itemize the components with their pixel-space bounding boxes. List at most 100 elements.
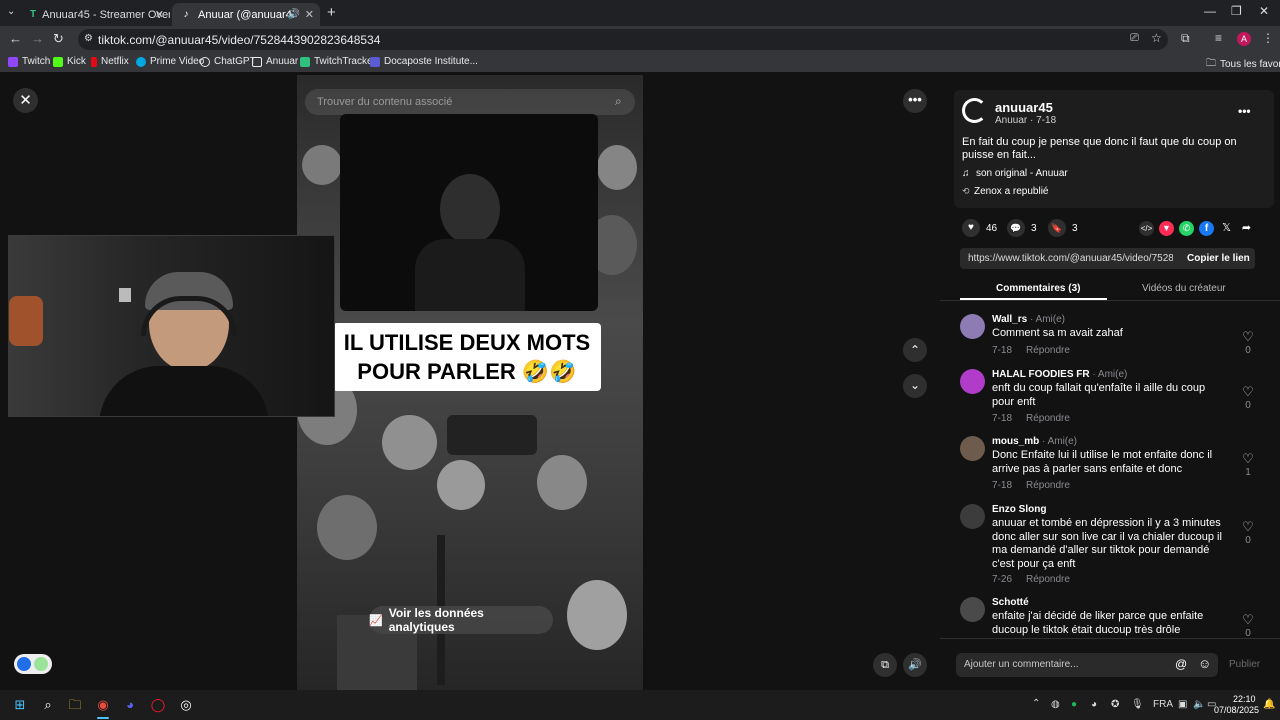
more-options-icon[interactable]: ••• [903,89,927,113]
clock-time[interactable]: 22:10 [1233,694,1256,704]
bookmark-prime-video[interactable]: Prime Video [136,56,204,67]
comment-like-icon[interactable]: ♡ [1241,519,1255,535]
all-bookmarks[interactable]: 🗀Tous les favoris [1206,56,1280,73]
profile-avatar[interactable]: A [1237,32,1251,46]
url-text[interactable]: tiktok.com/@anuuar45/video/7528443902823… [98,33,380,47]
obs-icon[interactable]: ◎ [178,697,194,713]
next-video-button[interactable]: ⌄ [903,374,927,398]
tab-search-chevron-icon[interactable]: ⌄ [7,6,15,17]
reply-button[interactable]: Répondre [1026,574,1070,585]
tray-chevron-icon[interactable]: ⌃ [1032,698,1040,709]
bookmark-twitch[interactable]: Twitch [8,56,50,67]
close-tab-icon[interactable]: ✕ [155,8,164,21]
close-tab-icon[interactable]: ✕ [305,8,314,21]
comment-avatar[interactable] [960,314,985,339]
media-controls-icon[interactable]: ≡ [1215,31,1222,45]
comment-author[interactable]: Enzo Slong [992,504,1046,515]
back-icon[interactable]: ← [9,31,22,46]
bookmark-netflix[interactable]: Netflix [91,56,129,67]
bookmark-chatgpt[interactable]: ChatGPT [200,56,256,67]
microphone-icon[interactable]: 🎙 [1131,699,1144,710]
previous-video-button[interactable]: ⌃ [903,338,927,362]
comment-avatar[interactable] [960,436,985,461]
toggle-switch[interactable] [14,654,52,674]
comment-like-icon[interactable]: ♡ [1241,384,1255,400]
discord-icon[interactable]: ◕ [122,697,138,713]
comment-like-icon[interactable]: ♡ [1241,451,1255,467]
facebook-icon[interactable]: f [1199,221,1214,236]
language-indicator[interactable]: FRA [1153,699,1173,710]
forward-icon[interactable]: → [31,31,44,46]
discord-tray-icon[interactable]: ◕ [1091,699,1097,710]
whatsapp-icon[interactable]: ✆ [1179,221,1194,236]
extensions-icon[interactable]: ⧉ [1181,31,1190,46]
speaker-icon[interactable]: 🔊 [288,9,300,20]
file-explorer-icon[interactable]: 🗀 [67,697,83,713]
save-stat[interactable]: 🔖 3 [1048,219,1078,237]
post-sound[interactable]: son original - Anuuar [976,168,1068,179]
copy-link-button[interactable]: Copier le lien [1187,253,1250,264]
tab-tiktok-video[interactable]: ♪ Anuuar (@anuuar45) | TikTok 🔊 ✕ [172,3,320,26]
publish-button[interactable]: Publier [1229,659,1260,670]
chrome-menu-icon[interactable]: ⋮ [1262,31,1274,45]
maximize-icon[interactable]: ❐ [1231,4,1242,18]
bookmark-star-icon[interactable]: ☆ [1151,31,1162,45]
video-link[interactable]: https://www.tiktok.com/@anuuar45/video/7… [968,253,1173,264]
related-content-search[interactable]: Trouver du contenu associé ⌕ [305,89,635,115]
comment-like-icon[interactable]: ♡ [1241,329,1255,345]
omnibox[interactable]: ⚙ tiktok.com/@anuuar45/video/75284439028… [78,29,1168,50]
comment-avatar[interactable] [960,369,985,394]
reload-icon[interactable]: ↻ [53,31,64,47]
bookmark-docaposte[interactable]: Docaposte Institute... [370,56,478,67]
comment-author[interactable]: mous_mb · Ami(e) [992,436,1077,447]
chrome-icon[interactable]: ◉ [95,697,111,713]
comment-like-icon[interactable]: ♡ [1241,612,1255,628]
share-arrow-icon[interactable]: ➦ [1239,221,1254,236]
site-info-icon[interactable]: ⚙ [84,33,93,44]
bookmark-twitchtracker[interactable]: TwitchTracker [300,56,376,67]
comment-stat[interactable]: 💬 3 [1007,219,1037,237]
embed-icon[interactable]: </> [1139,221,1154,236]
analytics-button[interactable]: 📈 Voir les données analytiques [369,606,553,634]
x-icon[interactable]: 𝕏 [1219,221,1234,236]
comment-avatar[interactable] [960,597,985,622]
volume-icon[interactable]: 🔊 [903,653,927,677]
spotify-icon[interactable]: ● [1071,699,1077,710]
cast-icon[interactable]: ⎚ [1130,32,1139,45]
minimize-icon[interactable]: — [1204,4,1216,18]
search-input[interactable]: Trouver du contenu associé [317,96,452,108]
share-tiktok-icon[interactable]: ▼ [1159,221,1174,236]
post-more-icon[interactable]: ••• [1238,104,1251,118]
tab-comments[interactable]: Commentaires (3) [996,283,1080,294]
bookmark-kick[interactable]: Kick [53,56,86,67]
video-player[interactable]: Trouver du contenu associé ⌕ IL UTILISE … [297,75,643,690]
like-stat[interactable]: ♥ 46 [962,219,997,237]
clock-date[interactable]: 07/08/2025 [1214,705,1259,715]
comment-author[interactable]: Wall_rs · Ami(e) [992,314,1065,325]
windows-start-icon[interactable]: ⊞ [12,697,28,713]
reply-button[interactable]: Répondre [1026,480,1070,491]
comment-author[interactable]: Schotté [992,597,1029,608]
bookmark-anuuar[interactable]: Anuuar [252,56,298,67]
comment-input[interactable]: Ajouter un commentaire... @ ☺ [956,653,1218,677]
creator-username[interactable]: anuuar45 [995,100,1053,115]
comment-avatar[interactable] [960,504,985,529]
opera-icon[interactable]: ◯ [150,697,166,713]
creator-avatar[interactable] [962,98,987,123]
steam-icon[interactable]: ✪ [1111,699,1119,710]
mini-player-icon[interactable]: ⧉ [873,653,897,677]
close-button[interactable]: ✕ [13,88,38,113]
close-window-icon[interactable]: ✕ [1259,4,1269,18]
reply-button[interactable]: Répondre [1026,345,1070,356]
mention-icon[interactable]: @ [1175,657,1187,671]
new-tab-button[interactable]: + [327,4,336,21]
network-icon[interactable]: ▣ [1178,699,1187,710]
notification-bell-icon[interactable]: 🔔 [1263,699,1275,710]
search-icon[interactable]: ⌕ [40,697,56,713]
volume-tray-icon[interactable]: 🔈 [1193,699,1205,710]
tab-creator-videos[interactable]: Vidéos du créateur [1142,283,1226,294]
comment-author[interactable]: HALAL FOODIES FR · Ami(e) [992,369,1127,380]
reply-button[interactable]: Répondre [1026,413,1070,424]
tray-app-icon[interactable]: ◍ [1051,699,1060,710]
emoji-icon[interactable]: ☺ [1198,656,1211,671]
